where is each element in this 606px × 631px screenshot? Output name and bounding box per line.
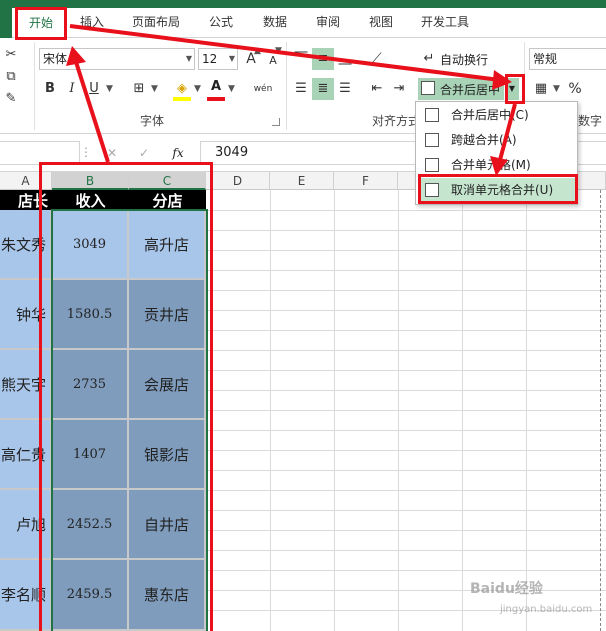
arrow-head bbox=[492, 70, 512, 90]
arrow-head bbox=[490, 156, 508, 176]
watermark: Baidu经验 bbox=[470, 581, 543, 597]
annotation-arrows bbox=[66, 24, 517, 176]
arrow-line bbox=[498, 103, 517, 161]
arrow-head bbox=[66, 46, 86, 66]
watermark-url: jingyan.baidu.com bbox=[500, 604, 593, 615]
arrow-line bbox=[74, 61, 110, 163]
arrow-line bbox=[69, 24, 501, 82]
